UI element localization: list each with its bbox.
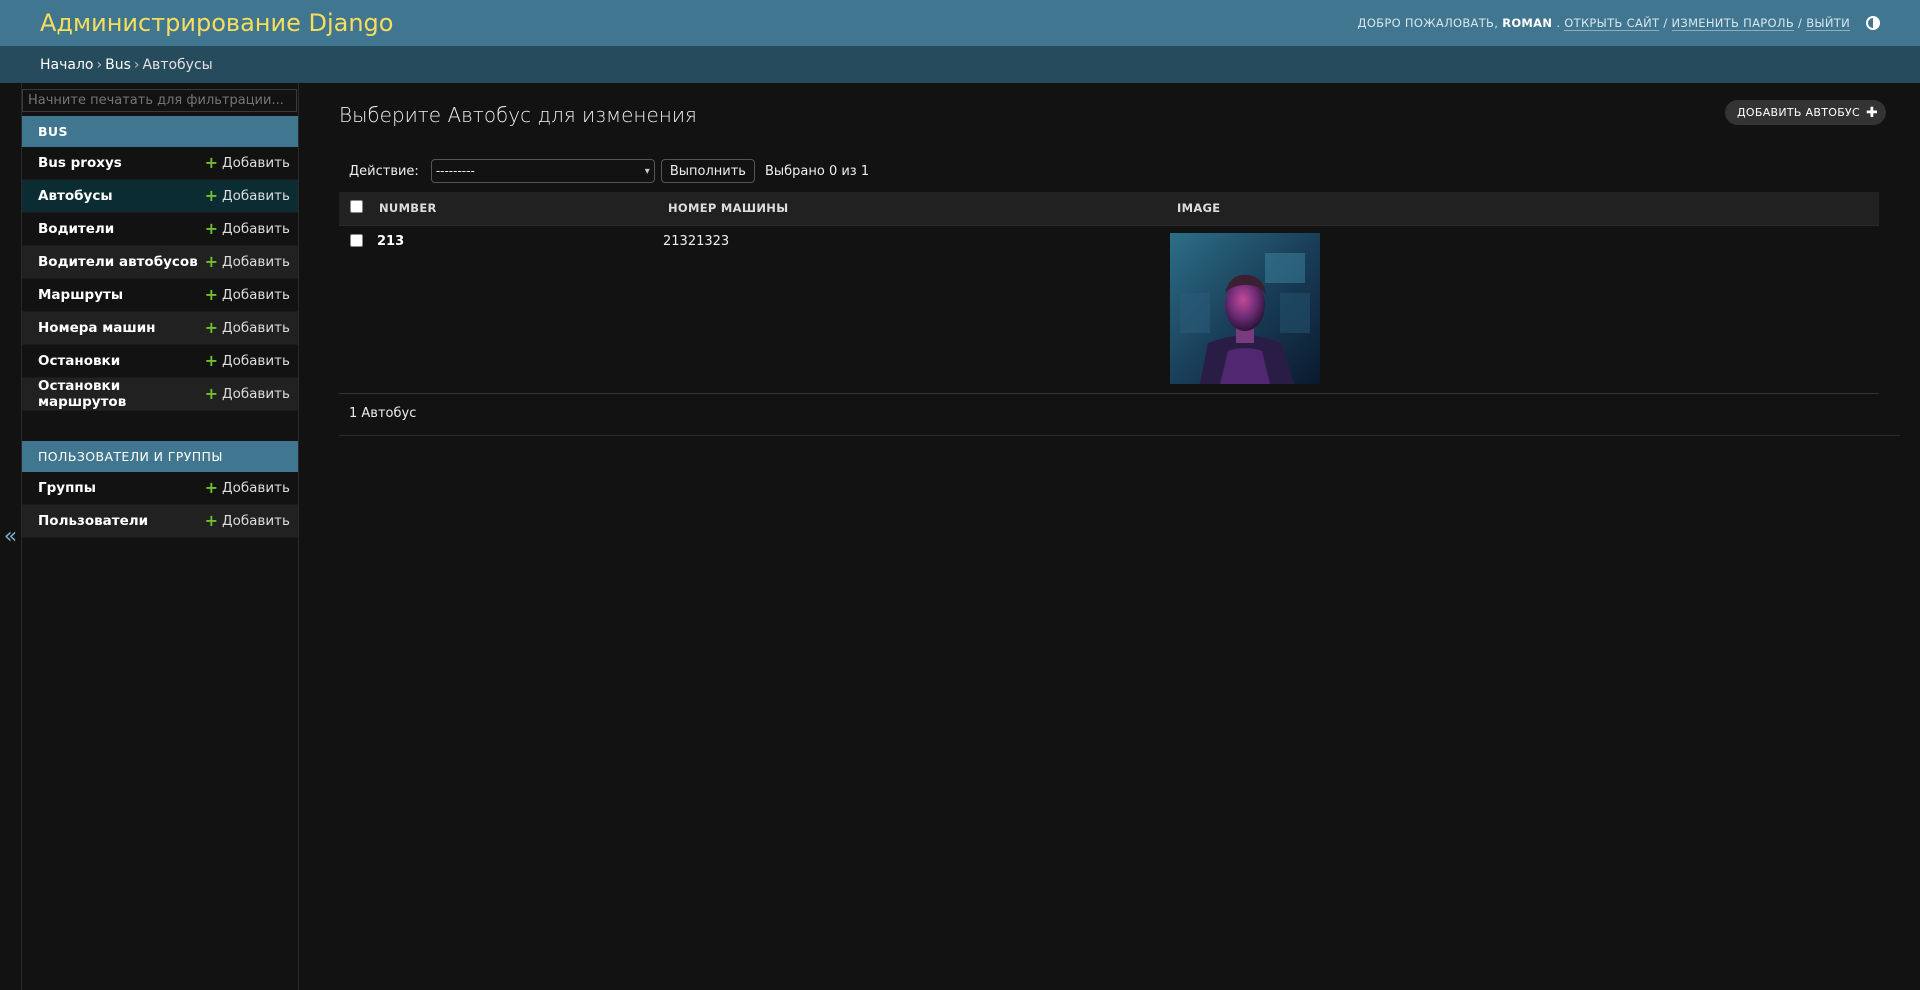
sidebar-item-route-stops: Остановки маршрутов + Добавить	[22, 378, 298, 411]
sidebar-item-buses: Автобусы + Добавить	[22, 180, 298, 213]
add-link[interactable]: + Добавить	[204, 351, 290, 370]
add-bus-button[interactable]: ДОБАВИТЬ АВТОБУС ✚	[1725, 100, 1887, 125]
model-link[interactable]: Водители	[38, 221, 114, 237]
select-all-checkbox[interactable]	[350, 200, 363, 214]
row-checkbox[interactable]	[350, 233, 363, 247]
number-cell: 213	[374, 225, 663, 394]
sidebar-item-bus-proxys: Bus proxys + Добавить	[22, 147, 298, 180]
plus-icon: +	[204, 186, 219, 205]
plus-icon: +	[204, 511, 219, 530]
sidebar-item-routes: Маршруты + Добавить	[22, 279, 298, 312]
module-caption[interactable]: BUS	[22, 116, 298, 147]
plus-icon: +	[204, 351, 219, 370]
breadcrumb-current: Автобусы	[142, 56, 213, 73]
bus-number-link[interactable]: 213	[377, 234, 404, 249]
row-select-cell	[339, 225, 374, 394]
page-title: Выберите Автобус для изменения	[339, 103, 697, 127]
plus-icon: +	[204, 252, 219, 271]
result-table: NUMBER НОМЕР МАШИНЫ IMAGE 213 21321323	[339, 192, 1879, 394]
table-row: 213 21321323	[339, 225, 1879, 394]
module-auth: ПОЛЬЗОВАТЕЛИ И ГРУППЫ Группы + Добавить П…	[22, 441, 298, 538]
breadcrumb-home[interactable]: Начало	[40, 57, 93, 73]
action-label: Действие:	[349, 163, 419, 179]
separator: /	[1663, 16, 1668, 30]
sidebar-item-users: Пользователи + Добавить	[22, 505, 298, 538]
breadcrumb: Начало › Bus › Автобусы	[0, 46, 1920, 83]
sidebar-filter-input[interactable]	[22, 89, 297, 112]
add-link[interactable]: + Добавить	[204, 384, 290, 403]
add-link[interactable]: + Добавить	[204, 252, 290, 271]
logout-link[interactable]: ВЫЙТИ	[1806, 16, 1850, 31]
column-header-plate[interactable]: НОМЕР МАШИНЫ	[663, 192, 1172, 226]
sidebar-item-plates: Номера машин + Добавить	[22, 312, 298, 345]
double-chevron-left-icon: «	[3, 524, 18, 549]
toggle-sidebar-button[interactable]: «	[0, 83, 22, 990]
model-link[interactable]: Пользователи	[38, 513, 148, 529]
paginator: 1 Автобус	[339, 392, 1900, 436]
module-caption[interactable]: ПОЛЬЗОВАТЕЛИ И ГРУППЫ	[22, 441, 298, 472]
sidebar-item-drivers: Водители + Добавить	[22, 213, 298, 246]
nav-sidebar: BUS Bus proxys +Добавить Автобусы +Добав…	[22, 83, 299, 990]
model-link[interactable]: Остановки	[38, 353, 120, 369]
add-link[interactable]: + Добавить	[204, 285, 290, 304]
site-title[interactable]: Администрирование Django	[40, 9, 393, 37]
bus-image	[1170, 232, 1320, 384]
welcome-text: ДОБРО ПОЖАЛОВАТЬ,	[1357, 16, 1499, 30]
username: ROMAN	[1502, 16, 1553, 30]
model-link[interactable]: Маршруты	[38, 287, 123, 303]
model-link[interactable]: Автобусы	[38, 188, 113, 204]
model-link[interactable]: Bus proxys	[38, 155, 122, 171]
image-cell	[1170, 225, 1879, 394]
actions-bar: Действие: --------- ▾ Выполнить Выбрано …	[339, 156, 1879, 186]
plus-icon: +	[204, 478, 219, 497]
breadcrumb-separator: ›	[133, 56, 140, 73]
model-link[interactable]: Водители автобусов	[38, 254, 198, 270]
plus-icon: +	[204, 384, 219, 403]
breadcrumb-separator: ›	[96, 56, 103, 73]
sidebar-item-groups: Группы + Добавить	[22, 472, 298, 505]
plate-cell: 21321323	[663, 225, 1172, 394]
sidebar-item-stops: Остановки + Добавить	[22, 345, 298, 378]
action-select[interactable]: --------- ▾	[430, 159, 655, 183]
plus-icon: +	[204, 219, 219, 238]
user-tools: ДОБРО ПОЖАЛОВАТЬ, ROMAN. ОТКРЫТЬ САЙТ / …	[1358, 16, 1880, 31]
action-counter: Выбрано 0 из 1	[764, 163, 870, 179]
add-link[interactable]: + Добавить	[204, 186, 290, 205]
table-header-row: NUMBER НОМЕР МАШИНЫ IMAGE	[339, 192, 1879, 226]
column-header-image[interactable]: IMAGE	[1172, 192, 1879, 226]
add-link[interactable]: + Добавить	[204, 153, 290, 172]
sidebar-item-bus-drivers: Водители автобусов + Добавить	[22, 246, 298, 279]
plus-icon: +	[204, 318, 219, 337]
select-all-cell	[339, 192, 374, 226]
model-link[interactable]: Остановки маршрутов	[38, 378, 205, 410]
plus-icon: +	[204, 285, 219, 304]
add-link[interactable]: + Добавить	[204, 318, 290, 337]
model-link[interactable]: Номера машин	[38, 320, 156, 336]
model-link[interactable]: Группы	[38, 480, 96, 496]
add-link[interactable]: + Добавить	[204, 511, 290, 530]
view-site-link[interactable]: ОТКРЫТЬ САЙТ	[1564, 16, 1660, 31]
separator: /	[1798, 16, 1803, 30]
plus-icon: +	[204, 153, 219, 172]
breadcrumb-app[interactable]: Bus	[105, 57, 131, 73]
chevron-down-icon: ▾	[644, 165, 650, 177]
run-action-button[interactable]: Выполнить	[660, 159, 755, 183]
plus-icon: ✚	[1866, 104, 1879, 121]
column-header-number[interactable]: NUMBER	[374, 192, 663, 226]
add-link[interactable]: + Добавить	[204, 219, 290, 238]
change-password-link[interactable]: ИЗМЕНИТЬ ПАРОЛЬ	[1671, 16, 1795, 31]
theme-toggle-icon[interactable]	[1866, 16, 1880, 30]
header: Администрирование Django ДОБРО ПОЖАЛОВАТ…	[0, 0, 1920, 46]
add-link[interactable]: + Добавить	[204, 478, 290, 497]
module-bus: BUS Bus proxys + Добавить Автобусы + Добав…	[22, 116, 298, 411]
